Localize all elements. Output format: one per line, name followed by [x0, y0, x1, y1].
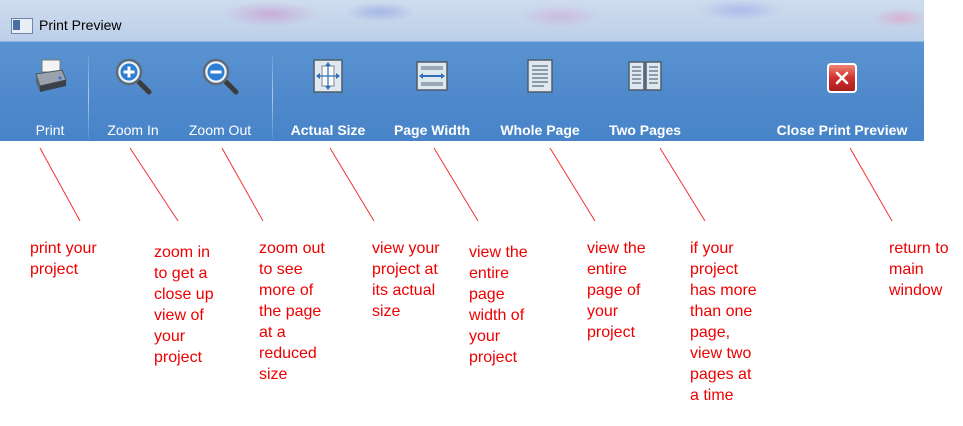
annotation-line: return to: [889, 240, 949, 257]
annotation-line: print your: [30, 240, 97, 257]
annotation-close: return to main window: [889, 238, 949, 301]
annotation-zoom-out: zoom out to see more of the page at a reduced…: [259, 238, 325, 385]
title-bar[interactable]: Print Preview: [0, 0, 924, 41]
page-width-icon: [416, 61, 448, 91]
annotation-page-width: view the entire page width of your project: [469, 242, 528, 368]
annotation-line: project: [690, 261, 739, 278]
annotation-line: entire: [587, 261, 628, 278]
annotation-line: view your: [372, 240, 440, 257]
leader-line-two-pages: [659, 147, 706, 222]
annotation-line: project: [30, 261, 79, 278]
annotation-line: project: [587, 324, 636, 341]
actual-size-icon: [313, 59, 343, 93]
leader-line-print: [39, 147, 81, 222]
annotation-line: pages at: [690, 366, 752, 383]
leader-line-whole-page: [549, 147, 596, 222]
annotation-actual-size: view your project at its actual size: [372, 238, 440, 322]
annotation-two-pages: if your project has more than one page, view …: [690, 238, 757, 406]
leader-line-page-width: [433, 147, 479, 222]
window-title: Print Preview: [39, 17, 122, 33]
print-preview-window: Print Preview Print Zoom In Zoom Out Act…: [0, 0, 924, 141]
annotation-print: print your project: [30, 238, 97, 280]
annotation-line: width of: [469, 307, 525, 324]
annotation-line: zoom in: [154, 244, 211, 261]
whole-page-button[interactable]: Whole Page: [488, 42, 592, 141]
annotation-line: the page: [259, 303, 322, 320]
whole-page-icon: [527, 59, 553, 93]
two-pages-icon: [628, 61, 662, 91]
leader-line-close: [849, 147, 893, 222]
close-print-preview-button[interactable]: Close Print Preview: [760, 42, 924, 141]
zoom-out-icon: [202, 58, 239, 95]
annotation-line: zoom out: [259, 240, 325, 257]
annotation-zoom-in: zoom in to get a close up view of your projec…: [154, 242, 214, 368]
annotation-line: page of: [587, 282, 641, 299]
print-label: Print: [35, 122, 65, 138]
annotation-line: than one: [690, 303, 753, 320]
annotation-line: if your: [690, 240, 734, 257]
annotation-line: window: [889, 282, 943, 299]
annotation-line: view the: [469, 244, 528, 261]
whole-page-label: Whole Page: [500, 122, 580, 138]
toolbar-separator: [88, 56, 89, 138]
close-icon: [827, 63, 857, 93]
annotation-line: page: [469, 286, 505, 303]
zoom-in-button[interactable]: Zoom In: [96, 42, 170, 141]
leader-line-actual-size: [329, 147, 375, 222]
zoom-out-button[interactable]: Zoom Out: [176, 42, 264, 141]
two-pages-label: Two Pages: [608, 122, 682, 138]
annotation-line: project: [154, 349, 203, 366]
actual-size-label: Actual Size: [290, 122, 366, 138]
zoom-in-label: Zoom In: [107, 122, 159, 138]
annotation-line: close up: [154, 286, 214, 303]
annotation-line: your: [469, 328, 501, 345]
annotation-line: view the: [587, 240, 646, 257]
annotation-line: your: [154, 328, 186, 345]
toolbar-separator: [272, 56, 273, 138]
annotation-line: view two: [690, 345, 752, 362]
annotation-line: entire: [469, 265, 510, 282]
leader-line-zoom-out: [221, 147, 264, 222]
annotation-line: a time: [690, 387, 734, 404]
print-preview-toolbar: Print Zoom In Zoom Out Actual Size Page …: [0, 41, 924, 141]
annotation-line: page,: [690, 324, 731, 341]
leader-line-zoom-in: [129, 147, 179, 222]
annotation-line: has more: [690, 282, 757, 299]
two-pages-button[interactable]: Two Pages: [598, 42, 692, 141]
zoom-in-icon: [115, 58, 152, 95]
annotation-line: project at: [372, 261, 438, 278]
annotation-whole-page: view the entire page of your project: [587, 238, 646, 343]
annotation-line: project: [469, 349, 518, 366]
annotation-line: its actual: [372, 282, 436, 299]
printer-icon: [35, 59, 67, 92]
annotation-line: main: [889, 261, 924, 278]
app-icon: [11, 18, 33, 34]
print-button[interactable]: Print: [24, 42, 76, 141]
page-width-label: Page Width: [393, 122, 471, 138]
annotation-line: view of: [154, 307, 204, 324]
annotation-line: reduced: [259, 345, 317, 362]
zoom-out-label: Zoom Out: [188, 122, 252, 138]
annotation-line: at a: [259, 324, 286, 341]
annotation-line: to get a: [154, 265, 208, 282]
page-width-button[interactable]: Page Width: [380, 42, 484, 141]
annotation-line: size: [372, 303, 401, 320]
annotation-line: your: [587, 303, 619, 320]
close-print-preview-label: Close Print Preview: [776, 122, 908, 138]
annotation-line: size: [259, 366, 288, 383]
actual-size-button[interactable]: Actual Size: [280, 42, 376, 141]
annotation-line: to see: [259, 261, 303, 278]
annotation-line: more of: [259, 282, 314, 299]
